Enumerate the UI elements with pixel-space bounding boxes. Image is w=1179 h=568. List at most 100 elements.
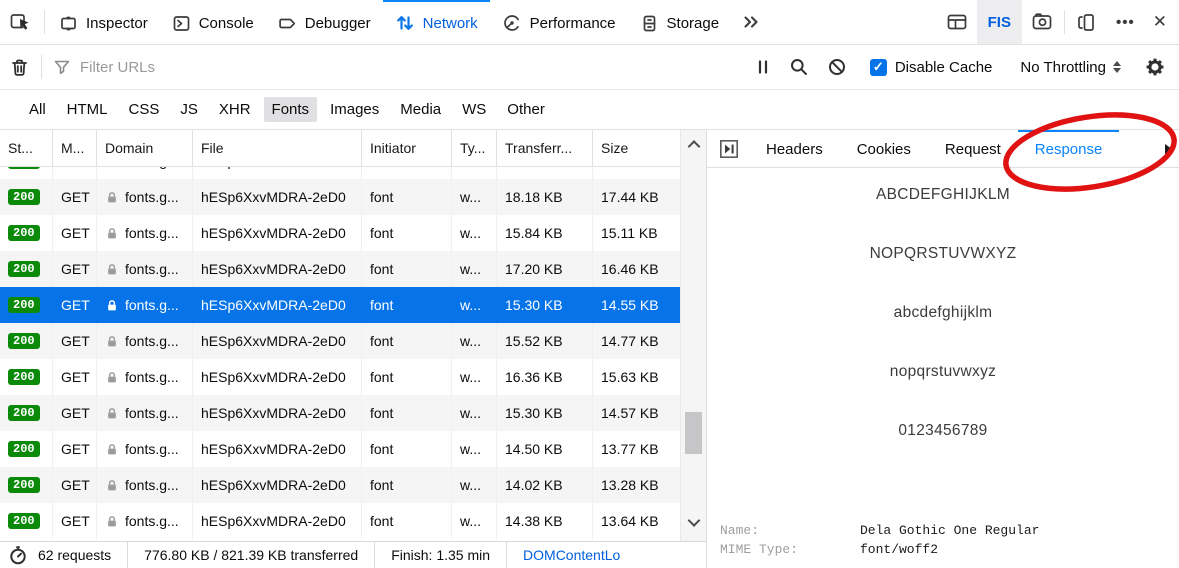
transferred-cell: 17.20 KB xyxy=(497,251,593,287)
block-requests-button[interactable] xyxy=(818,57,856,77)
tab-inspector[interactable]: Inspector xyxy=(47,0,160,44)
request-row[interactable]: 200 GET fonts.g... hESp6XxvMDRA-2eD0 fon… xyxy=(0,323,680,359)
file-cell: hESp6XxvMDRA-2eD0 xyxy=(193,251,362,287)
more-tools-button[interactable] xyxy=(731,0,771,44)
scroll-down-icon[interactable] xyxy=(687,514,700,527)
performance-icon xyxy=(503,15,520,31)
storage-icon xyxy=(643,15,655,31)
type-filter-item[interactable]: Fonts xyxy=(263,97,318,122)
method-cell: GET xyxy=(53,467,97,503)
column-header-method[interactable]: M... xyxy=(53,130,97,166)
domain-cell: fonts.g... xyxy=(97,323,193,359)
tab-network[interactable]: Network xyxy=(382,0,490,44)
request-row[interactable]: 200 GET fonts.g... hESp6XxvMDRA-2eD0 fon… xyxy=(0,395,680,431)
transferred-cell: 14.38 KB xyxy=(497,503,593,539)
scrollbar-thumb[interactable] xyxy=(685,412,702,454)
column-header-status[interactable]: St... xyxy=(0,130,53,166)
request-row[interactable]: 200 GET fonts.g... hESp6XxvMDRA-2eD0 fon… xyxy=(0,179,680,215)
request-row[interactable]: 200 GET fonts.g... hESp6XxvMDRA-2eD0 fon… xyxy=(0,431,680,467)
screenshot-button[interactable] xyxy=(1022,0,1062,44)
tab-label: Network xyxy=(422,14,478,32)
block-icon xyxy=(828,59,845,75)
column-header-transferred[interactable]: Transferr... xyxy=(497,130,593,166)
column-header-domain[interactable]: Domain xyxy=(97,130,193,166)
filter-urls-input[interactable] xyxy=(80,58,300,76)
tab-debugger[interactable]: Debugger xyxy=(266,0,383,44)
size-cell: 17.44 KB xyxy=(601,189,659,205)
scroll-up-icon[interactable] xyxy=(687,140,700,153)
tab-storage[interactable]: Storage xyxy=(628,0,732,44)
domain-cell: fonts.g... xyxy=(97,467,193,503)
lock-icon xyxy=(105,478,119,493)
column-header-initiator[interactable]: Initiator xyxy=(362,130,452,166)
type-filter-item[interactable]: Other xyxy=(499,97,553,122)
request-type-filter-bar: All HTML CSS JS XHR Fonts Images Media WS Other xyxy=(0,90,1179,130)
details-tab[interactable]: Request xyxy=(928,130,1018,167)
type-filter-item[interactable]: HTML xyxy=(59,97,116,122)
column-header-file[interactable]: File xyxy=(193,130,362,166)
domain-cell: fonts.g... xyxy=(97,215,193,251)
pause-traffic-button[interactable] xyxy=(746,58,780,76)
throttling-dropdown[interactable]: No Throttling xyxy=(1006,59,1135,76)
request-row[interactable]: 200 GET fonts.g... hESp6XxvMDRA-2eD0 fon… xyxy=(0,467,680,503)
request-list-pane: St... M... Domain File Initiator Ty... T… xyxy=(0,130,707,568)
type-filter-item[interactable]: Media xyxy=(392,97,449,122)
type-filter-item[interactable]: Images xyxy=(322,97,387,122)
domcontentloaded-link[interactable]: DOMContentLo xyxy=(507,542,636,568)
details-tab[interactable]: Cookies xyxy=(840,130,928,167)
tab-overflow-button[interactable] xyxy=(1165,130,1179,167)
initiator-cell: font xyxy=(362,359,452,395)
request-row[interactable]: 200 GET fonts.g... hESp6XxvMDRA-2eD0 fon… xyxy=(0,215,680,251)
domain-cell: fonts.g... xyxy=(97,359,193,395)
tab-console[interactable]: Console xyxy=(160,0,266,44)
lock-icon xyxy=(105,226,119,241)
transferred-cell: 15.84 KB xyxy=(497,215,593,251)
request-table-header: St... M... Domain File Initiator Ty... T… xyxy=(0,130,680,167)
method-cell: GET xyxy=(53,323,97,359)
clear-requests-button[interactable] xyxy=(0,45,39,89)
performance-analysis-button[interactable] xyxy=(707,130,749,167)
tab-performance[interactable]: Performance xyxy=(490,0,628,44)
font-preview-line: NOPQRSTUVWXYZ xyxy=(869,245,1017,262)
font-preview-line: 0123456789 xyxy=(898,422,988,439)
type-filter-item[interactable]: XHR xyxy=(211,97,259,122)
type-filter-item[interactable]: All xyxy=(21,97,54,122)
meta-row: MIME Type: font/woff2 xyxy=(720,540,1039,559)
details-tab[interactable]: Headers xyxy=(749,130,840,167)
type-filter-item[interactable]: WS xyxy=(454,97,494,122)
request-row[interactable]: 200 GET fonts.g... hESp6XxvMDRA-2eD0 fon… xyxy=(0,503,680,539)
type-filter-item[interactable]: CSS xyxy=(121,97,168,122)
network-settings-button[interactable] xyxy=(1135,56,1179,78)
disable-cache-checkbox[interactable]: ✓ xyxy=(869,58,887,76)
responsive-design-mode-button[interactable] xyxy=(1067,0,1106,44)
type-cell: w... xyxy=(452,215,497,251)
file-cell: hESp6XxvMDRA-2eD0 xyxy=(193,179,362,215)
devtools-menu-button[interactable]: ••• xyxy=(1106,0,1145,44)
request-row[interactable]: 200 GET fonts.g... hESp6XxvMDRA-2eD0 fon… xyxy=(0,287,680,323)
method-cell: GET xyxy=(53,503,97,539)
details-tab[interactable]: Response xyxy=(1017,130,1120,167)
status-badge: 200 xyxy=(8,333,40,349)
disable-cache-label: Disable Cache xyxy=(894,58,993,76)
toolbar-separator xyxy=(41,55,42,79)
size-cell: 13.77 KB xyxy=(601,441,659,457)
column-header-size[interactable]: Size xyxy=(593,130,680,166)
type-filter-item[interactable]: JS xyxy=(172,97,206,122)
fis-extension-button[interactable]: FIS xyxy=(976,0,1022,44)
pick-element-button[interactable] xyxy=(0,0,42,44)
close-devtools-button[interactable]: ✕ xyxy=(1145,0,1179,44)
element-picker-icon xyxy=(10,14,29,30)
type-cell: w... xyxy=(452,359,497,395)
split-console-button[interactable] xyxy=(937,0,977,44)
disable-cache-control[interactable]: ✓ Disable Cache xyxy=(861,58,1002,76)
file-cell: hESp6XxvMDRA-2eD0 xyxy=(193,503,362,539)
request-row[interactable]: 200 GET fonts.g... hESp6XxvMDRA-2eD0 fon… xyxy=(0,251,680,287)
request-row[interactable]: 200 GET fonts.g... hESp6XxvMDRA-2eD0 fon… xyxy=(0,359,680,395)
column-header-type[interactable]: Ty... xyxy=(452,130,497,166)
request-list-scrollbar[interactable] xyxy=(680,130,706,541)
search-requests-button[interactable] xyxy=(780,57,818,77)
partially-scrolled-row[interactable]: 200 GET fonts.g... hESp6XxvMDRA-2eD0 fon… xyxy=(0,167,680,179)
initiator-cell: font xyxy=(362,251,452,287)
transferred-cell: 15.30 KB xyxy=(497,395,593,431)
pause-icon xyxy=(758,60,767,74)
